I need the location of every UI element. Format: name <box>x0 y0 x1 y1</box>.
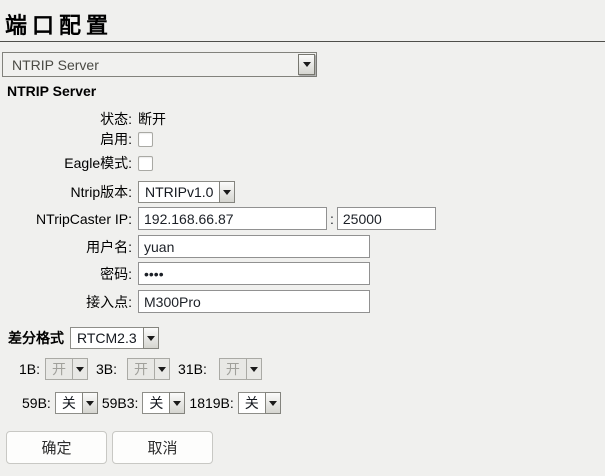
toggle-row-1: 1B: 开 3B: 开 31B: 开 <box>19 358 262 380</box>
page-title: 端口配置 <box>5 8 113 40</box>
eagle-mode-checkbox[interactable] <box>138 156 153 171</box>
caster-ip-row: NTripCaster IP: : <box>0 207 436 230</box>
toggle-31b-label: 31B: <box>178 361 207 377</box>
ntrip-version-value: NTRIPv1.0 <box>138 181 220 203</box>
enable-label: 启用: <box>0 129 132 149</box>
toggle-31b-dropdown: 开 <box>219 358 262 380</box>
ntrip-version-dropdown[interactable]: NTRIPv1.0 <box>138 181 235 203</box>
toggle-59b3-value: 关 <box>142 392 170 414</box>
chevron-down-icon[interactable] <box>265 392 281 414</box>
caster-ip-label: NTripCaster IP: <box>0 211 132 227</box>
username-label: 用户名: <box>0 237 132 257</box>
toggle-31b-value: 开 <box>219 358 247 380</box>
toggle-3b-value: 开 <box>127 358 155 380</box>
eagle-mode-row: Eagle模式: <box>0 154 153 172</box>
caster-port-input[interactable] <box>337 207 436 230</box>
enable-checkbox[interactable] <box>138 132 153 147</box>
status-label: 状态: <box>0 109 132 129</box>
toggle-1819b-label: 1819B: <box>189 395 233 411</box>
chevron-down-icon[interactable] <box>82 392 98 414</box>
ntrip-version-label: Ntrip版本: <box>0 182 132 202</box>
cancel-button[interactable]: 取消 <box>112 431 213 464</box>
chevron-down-icon[interactable] <box>219 181 235 203</box>
toggle-1b-dropdown: 开 <box>45 358 88 380</box>
port-type-dropdown-value: NTRIP Server <box>3 57 298 73</box>
caster-ip-input[interactable] <box>138 207 327 230</box>
toggle-59b-value: 关 <box>55 392 83 414</box>
enable-row: 启用: <box>0 130 153 148</box>
chevron-down-icon[interactable] <box>169 392 185 414</box>
chevron-down-icon <box>246 358 262 380</box>
diff-format-dropdown[interactable]: RTCM2.3 <box>70 327 159 349</box>
toggle-59b-label: 59B: <box>22 395 51 411</box>
diff-format-row: 差分格式 RTCM2.3 <box>8 326 159 350</box>
ntrip-version-row: Ntrip版本: NTRIPv1.0 <box>0 180 235 204</box>
status-row: 状态: 断开 <box>0 110 166 128</box>
toggle-1819b-value: 关 <box>238 392 266 414</box>
toggle-row-2: 59B: 关 59B3: 关 1819B: 关 <box>22 392 281 414</box>
status-value: 断开 <box>138 109 166 129</box>
title-divider <box>0 41 605 42</box>
toggle-1b-label: 1B: <box>19 361 40 377</box>
toggle-59b3-label: 59B3: <box>102 395 139 411</box>
toggle-59b-dropdown[interactable]: 关 <box>55 392 98 414</box>
password-label: 密码: <box>0 264 132 284</box>
eagle-mode-label: Eagle模式: <box>0 153 132 173</box>
mountpoint-input[interactable] <box>138 290 370 313</box>
toggle-59b3-dropdown[interactable]: 关 <box>142 392 185 414</box>
port-type-dropdown[interactable]: NTRIP Server <box>2 52 317 77</box>
diff-format-label: 差分格式 <box>8 328 64 348</box>
diff-format-value: RTCM2.3 <box>70 327 144 349</box>
ip-port-separator: : <box>330 211 334 227</box>
chevron-down-icon <box>72 358 88 380</box>
toggle-3b-label: 3B: <box>96 361 117 377</box>
toggle-1819b-dropdown[interactable]: 关 <box>238 392 281 414</box>
mountpoint-row: 接入点: <box>0 290 370 313</box>
mountpoint-label: 接入点: <box>0 292 132 312</box>
password-input[interactable] <box>138 262 370 285</box>
toggle-1b-value: 开 <box>45 358 73 380</box>
username-input[interactable] <box>138 235 370 258</box>
chevron-down-icon[interactable] <box>143 327 159 349</box>
username-row: 用户名: <box>0 235 370 258</box>
section-heading: NTRIP Server <box>7 83 96 99</box>
chevron-down-icon[interactable] <box>298 54 315 75</box>
password-row: 密码: <box>0 262 370 285</box>
ok-button[interactable]: 确定 <box>6 431 107 464</box>
toggle-3b-dropdown: 开 <box>127 358 170 380</box>
chevron-down-icon <box>154 358 170 380</box>
